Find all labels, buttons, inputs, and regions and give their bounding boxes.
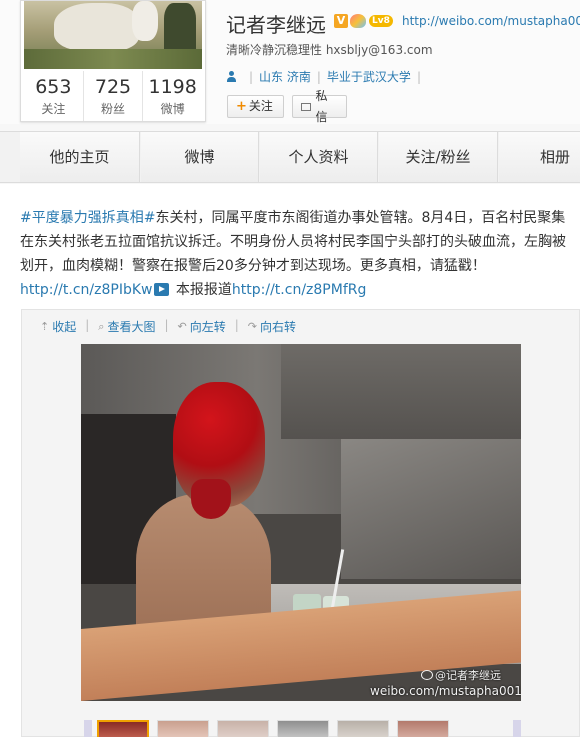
post-content: #平度暴力强拆真相#东关村，同属平度市东阁街道办事处管辖。8月4日，百名村民聚集… (20, 206, 575, 302)
rotate-left-button[interactable]: ↶ 向左转 (178, 318, 226, 335)
plus-icon: + (236, 99, 247, 114)
thumbnail[interactable] (337, 720, 389, 737)
avatar-horse-shape (54, 3, 139, 51)
stat-posts-count: 1198 (148, 76, 197, 98)
stat-followers-label: 粉丝 (101, 102, 126, 116)
avatar-rider-shape (164, 3, 196, 55)
stat-followers[interactable]: 725 粉丝 (84, 71, 144, 121)
weibo-logo-icon (421, 670, 433, 680)
stat-following-count: 653 (35, 76, 72, 98)
toolbar-separator: | (234, 318, 239, 332)
thumb-next-button[interactable] (513, 720, 521, 737)
magnify-icon: ⌕ (98, 319, 105, 333)
profile-school-link[interactable]: 毕业于武汉大学 (327, 68, 411, 85)
photo-watermark-handle: @记者李继远 (421, 667, 501, 683)
thumbnail-strip (97, 720, 449, 737)
rotate-left-label: 向左转 (189, 320, 226, 334)
collapse-arrow-icon: ⇡ (40, 320, 50, 333)
bio-email: hxsbljy@163.com (325, 43, 433, 57)
bio-text: 清晰冷静沉稳理性 (226, 43, 326, 57)
rotate-right-button[interactable]: ↷ 向右转 (248, 318, 296, 335)
message-button-label: 私信 (315, 88, 328, 124)
thumbnail[interactable] (397, 720, 449, 737)
rotate-left-icon: ↶ (177, 320, 187, 333)
post-photo[interactable]: @记者李继远 weibo.com/mustapha001 (81, 344, 521, 701)
profile-header: 653 关注 725 粉丝 1198 微博 记者李继远 V Lv8 http:/… (0, 0, 580, 124)
stat-posts-label: 微博 (160, 102, 185, 116)
vip-heart-icon[interactable] (350, 14, 366, 28)
media-viewer: ⇡ 收起 | ⌕ 查看大图 | ↶ 向左转 | ↷ 向右转 @记者李继远 weibo.c… (21, 309, 580, 737)
rotate-right-icon: ↷ (247, 320, 258, 333)
stat-followers-count: 725 (94, 76, 132, 98)
view-large-button[interactable]: ⌕ 查看大图 (98, 318, 155, 335)
tab-home[interactable]: 他的主页 (20, 132, 140, 182)
profile-stats: 653 关注 725 粉丝 1198 微博 (24, 71, 202, 121)
envelope-icon (301, 102, 312, 111)
media-toolbar: ⇡ 收起 | ⌕ 查看大图 | ↶ 向左转 | ↷ 向右转 (40, 318, 296, 335)
weibo-post: #平度暴力强拆真相#东关村，同属平度市东阁街道办事处管辖。8月4日，百名村民聚集… (0, 184, 580, 737)
tab-profile-info[interactable]: 个人资料 (260, 132, 378, 182)
view-large-label: 查看大图 (107, 320, 156, 334)
profile-username: 记者李继远 (226, 13, 326, 37)
photo-right-wall-shape (341, 439, 521, 579)
avatar-horse-head-shape (132, 1, 158, 41)
profile-home-link[interactable]: http://weibo.com/mustapha001 (402, 14, 580, 28)
photo-watermark-url: weibo.com/mustapha001 (370, 684, 521, 698)
stat-following-label: 关注 (41, 102, 66, 116)
collapse-label: 收起 (52, 320, 77, 334)
thumb-prev-button[interactable] (84, 720, 92, 737)
tab-follow-fans[interactable]: 关注/粉丝 (379, 132, 498, 182)
thumbnail[interactable] (157, 720, 209, 737)
meta-separator: | (416, 69, 421, 84)
avatar-grass-shape (24, 49, 202, 69)
meta-separator: | (249, 69, 254, 84)
follow-button[interactable]: + 关注 (227, 95, 284, 118)
topic-tag-link[interactable]: #平度暴力强拆真相# (20, 210, 155, 226)
tab-album[interactable]: 相册 (499, 132, 580, 182)
thumbnail-active[interactable] (97, 720, 149, 737)
profile-location-link[interactable]: 山东 济南 (259, 68, 311, 85)
short-link-1[interactable]: http://t.cn/z8PIbKw (20, 282, 152, 298)
collapse-button[interactable]: ⇡ 收起 (40, 318, 76, 335)
meta-separator: | (316, 69, 321, 84)
follow-button-label: 关注 (248, 99, 273, 113)
thumbnail[interactable] (217, 720, 269, 737)
avatar[interactable] (24, 1, 202, 69)
toolbar-separator: | (164, 318, 169, 332)
profile-card: 653 关注 725 粉丝 1198 微博 (20, 0, 206, 122)
post-mid-text: 本报报道 (171, 282, 232, 298)
profile-meta: | 山东 济南 | 毕业于武汉大学 | (226, 68, 427, 85)
stat-following[interactable]: 653 关注 (24, 71, 84, 121)
video-icon[interactable] (154, 283, 170, 296)
short-link-2[interactable]: http://t.cn/z8PMfRg (232, 282, 366, 298)
verified-v-icon[interactable]: V (334, 14, 348, 28)
tab-weibo[interactable]: 微博 (141, 132, 259, 182)
profile-tabs: 他的主页 微博 个人资料 关注/粉丝 相册 (0, 131, 580, 183)
rotate-right-label: 向右转 (260, 320, 297, 334)
profile-badges: V Lv8 (334, 12, 393, 30)
photo-shelf-shape (281, 344, 521, 439)
toolbar-separator: | (85, 318, 90, 332)
profile-bio: 清晰冷静沉稳理性 hxsbljy@163.com (226, 41, 433, 58)
photo-blood-shape (191, 479, 231, 519)
level-badge[interactable]: Lv8 (369, 15, 393, 27)
stat-posts[interactable]: 1198 微博 (143, 71, 202, 121)
person-icon (226, 70, 237, 83)
message-button[interactable]: 私信 (292, 89, 347, 124)
thumbnail[interactable] (277, 720, 329, 737)
watermark-handle-text: @记者李继远 (435, 669, 501, 682)
